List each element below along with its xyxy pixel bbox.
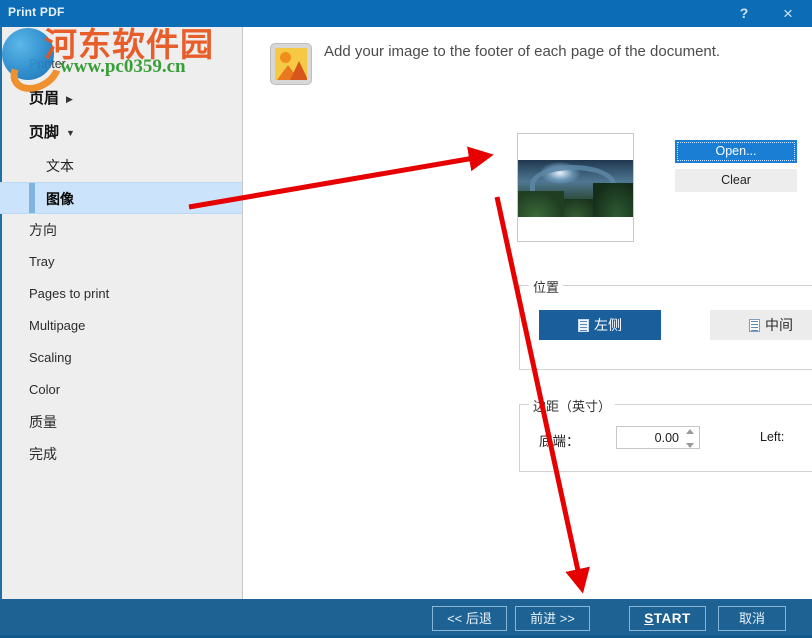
- sidebar-item-label: 页眉: [29, 90, 59, 107]
- open-button[interactable]: Open...: [675, 140, 797, 163]
- next-button-label: 前进 >>: [530, 611, 575, 626]
- document-icon: [749, 319, 760, 332]
- sidebar-item-label: 图像: [46, 191, 74, 207]
- sidebar-item-label: Tray: [29, 254, 55, 269]
- print-pdf-dialog: Print PDF ? × Printer 页眉 ▶ 页脚 ▼ 文本 图像 方向: [0, 0, 812, 638]
- main-panel: Add your image to the footer of each pag…: [243, 27, 812, 599]
- selection-indicator: [29, 183, 35, 213]
- sidebar: Printer 页眉▶ 页脚▼ 文本 图像 方向 Tray Pages to: [0, 27, 243, 599]
- document-icon: [578, 319, 589, 332]
- position-center-label: 中间: [765, 317, 793, 333]
- intro-description: Add your image to the footer of each pag…: [324, 41, 794, 63]
- sidebar-item-orientation[interactable]: 方向: [0, 214, 242, 246]
- close-icon[interactable]: ×: [768, 0, 808, 27]
- back-button-label: << 后退: [447, 611, 492, 626]
- chevron-right-icon: ▶: [66, 82, 73, 116]
- clear-button[interactable]: Clear: [675, 169, 797, 192]
- sidebar-item-label: Pages to print: [29, 286, 109, 301]
- cancel-button-label: 取消: [739, 611, 765, 626]
- help-icon[interactable]: ?: [724, 0, 764, 27]
- footer-bar: << 后退 前进 >> START 取消: [0, 599, 812, 638]
- sidebar-item-footer[interactable]: 页脚 ▼: [0, 116, 242, 150]
- start-button[interactable]: START: [629, 606, 706, 631]
- position-left-label: 左侧: [594, 317, 622, 333]
- sidebar-item-quality[interactable]: 质量: [0, 406, 242, 438]
- sidebar-item-label: 完成: [29, 446, 57, 462]
- image-icon-canvas: [275, 48, 307, 80]
- printer-section-label: Printer: [29, 57, 66, 71]
- sidebar-item-image[interactable]: 图像: [0, 182, 242, 214]
- image-preview[interactable]: [517, 133, 634, 242]
- title-bar: Print PDF ? ×: [0, 0, 812, 27]
- start-button-label: TART: [654, 611, 691, 626]
- preview-photo: [518, 160, 633, 217]
- sidebar-item-label: Multipage: [29, 318, 85, 333]
- window-title: Print PDF: [8, 5, 64, 19]
- sidebar-item-label: 方向: [29, 222, 57, 238]
- sidebar-item-label: Color: [29, 382, 60, 397]
- sidebar-item-header[interactable]: 页眉 ▶: [0, 82, 242, 116]
- sidebar-item-color[interactable]: Color: [0, 374, 242, 406]
- sidebar-item-multipage[interactable]: Multipage: [0, 310, 242, 342]
- sidebar-item-finish[interactable]: 完成: [0, 438, 242, 470]
- mountain-shape-front: [290, 61, 307, 80]
- margin-groupbox-legend: 边距（英寸）: [529, 396, 615, 415]
- cancel-button[interactable]: 取消: [718, 606, 786, 631]
- sidebar-nav: 页眉 ▶ 页脚 ▼ 文本 图像 方向 Tray Pages to print: [0, 82, 242, 470]
- position-groupbox-legend: 位置: [529, 277, 563, 296]
- bottom-margin-value: 0.00: [655, 427, 679, 449]
- bottom-margin-stepper[interactable]: 0.00: [616, 426, 700, 449]
- position-left-button[interactable]: 左侧: [539, 310, 661, 340]
- chevron-down-icon: ▼: [66, 116, 75, 150]
- left-margin-label: Left:: [760, 430, 784, 444]
- sidebar-item-text[interactable]: 文本: [0, 150, 242, 182]
- image-icon: [270, 43, 312, 85]
- sidebar-item-label: 页脚: [29, 124, 59, 141]
- margin-groupbox: 边距（英寸） 底端： 0.00 Left: 0.00: [519, 404, 812, 472]
- focus-ring: [677, 142, 795, 161]
- sidebar-item-tray[interactable]: Tray: [0, 246, 242, 278]
- position-center-button[interactable]: 中间: [710, 310, 812, 340]
- sidebar-item-label: Scaling: [29, 350, 72, 365]
- photo-foliage-left: [518, 191, 564, 217]
- back-button[interactable]: << 后退: [432, 606, 507, 631]
- bottom-margin-label: 底端：: [539, 430, 580, 450]
- sidebar-item-label: 质量: [29, 414, 57, 430]
- sidebar-item-scaling[interactable]: Scaling: [0, 342, 242, 374]
- start-button-mnemonic: S: [644, 611, 654, 626]
- next-button[interactable]: 前进 >>: [515, 606, 590, 631]
- photo-foliage-right: [593, 183, 633, 217]
- stepper-arrows-icon[interactable]: [684, 429, 695, 448]
- sidebar-item-pages-to-print[interactable]: Pages to print: [0, 278, 242, 310]
- sidebar-item-label: 文本: [46, 158, 74, 174]
- clear-button-label: Clear: [721, 173, 751, 187]
